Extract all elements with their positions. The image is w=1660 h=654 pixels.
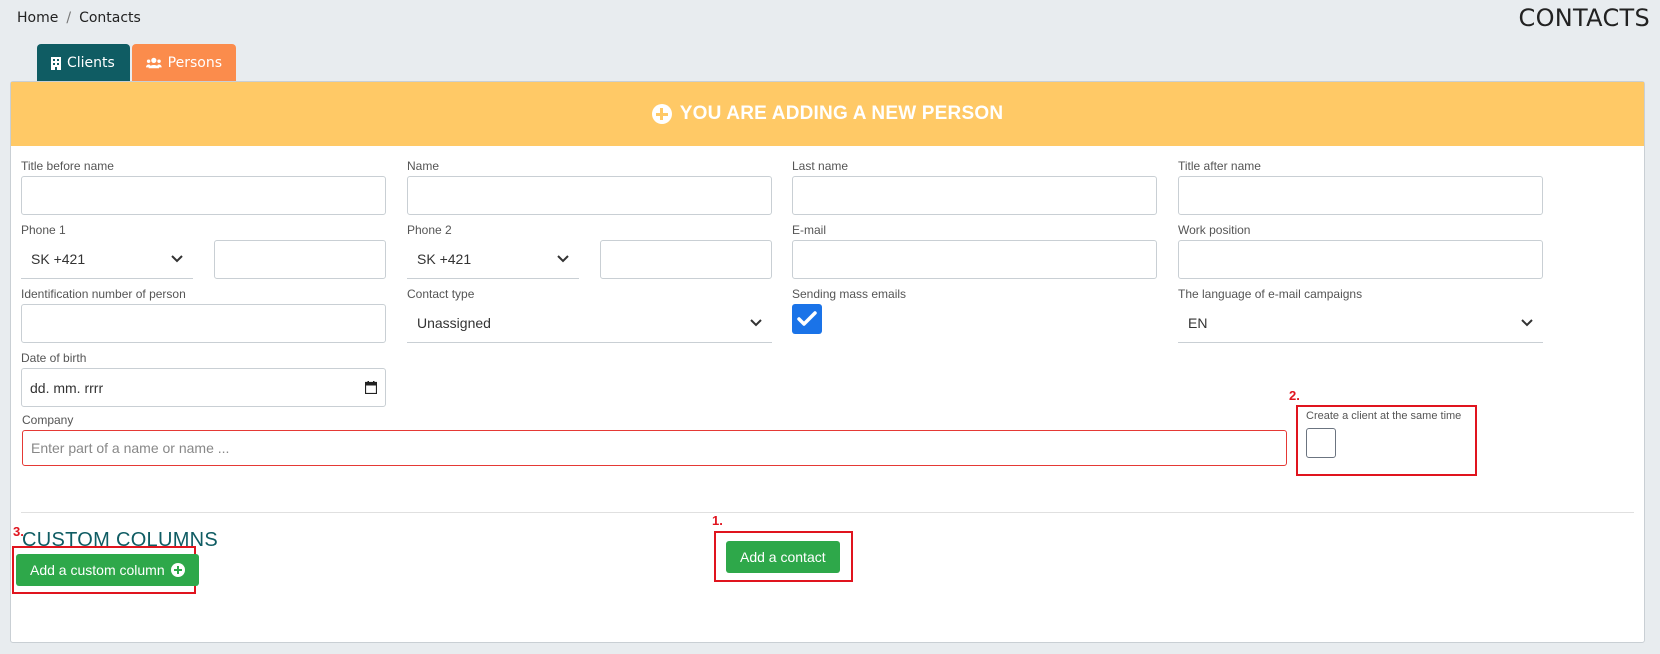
breadcrumb-current: Contacts: [79, 10, 141, 26]
add-contact-label: Add a contact: [740, 549, 826, 565]
contact-type-field: Contact type Unassigned: [407, 287, 772, 343]
tab-persons-label: Persons: [167, 55, 222, 71]
create-client-label: Create a client at the same time: [1306, 410, 1462, 422]
calendar-icon[interactable]: [365, 381, 377, 394]
mass-emails-label: Sending mass emails: [792, 287, 907, 301]
title-after-label: Title after name: [1178, 159, 1261, 173]
mass-emails-field: Sending mass emails: [792, 287, 1157, 334]
annotation-step-1: 1.: [712, 513, 723, 528]
name-field: Name: [407, 159, 772, 215]
tab-clients-label: Clients: [67, 55, 115, 71]
mass-emails-checkbox[interactable]: [792, 304, 822, 334]
last-name-label: Last name: [792, 159, 849, 173]
work-position-label: Work position: [1178, 223, 1251, 237]
title-after-input[interactable]: [1178, 176, 1543, 215]
company-label: Company: [22, 413, 74, 427]
email-field: E-mail: [792, 223, 1157, 279]
id-number-label: Identification number of person: [21, 287, 186, 301]
form-header-title: YOU ARE ADDING A NEW PERSON: [679, 103, 1004, 124]
chevron-down-icon: [1521, 319, 1533, 327]
checkmark-icon: [797, 311, 817, 326]
campaign-language-select[interactable]: EN: [1178, 304, 1543, 343]
date-of-birth-placeholder: dd. mm. rrrr: [30, 379, 104, 396]
date-of-birth-field: Date of birth dd. mm. rrrr: [21, 351, 386, 407]
title-before-label: Title before name: [21, 159, 114, 173]
phone2-prefix-select[interactable]: SK +421: [407, 240, 579, 279]
last-name-input[interactable]: [792, 176, 1157, 215]
breadcrumb: Home / Contacts: [17, 10, 141, 26]
date-of-birth-label: Date of birth: [21, 351, 87, 365]
page-title: CONTACTS: [1518, 4, 1650, 32]
add-custom-column-label: Add a custom column: [30, 562, 165, 578]
breadcrumb-home[interactable]: Home: [17, 10, 58, 26]
chevron-down-icon: [557, 255, 569, 263]
date-of-birth-input[interactable]: dd. mm. rrrr: [21, 368, 386, 407]
breadcrumb-separator: /: [66, 10, 72, 26]
phone1-prefix-value: SK +421: [31, 251, 86, 267]
title-before-input[interactable]: [21, 176, 386, 215]
contact-type-value: Unassigned: [417, 315, 491, 331]
tab-persons[interactable]: Persons: [132, 44, 236, 82]
tab-bar: Clients Persons: [37, 44, 236, 82]
phone2-prefix-value: SK +421: [417, 251, 472, 267]
new-person-form-card: YOU ARE ADDING A NEW PERSON Title before…: [10, 81, 1645, 643]
company-search-input[interactable]: [22, 430, 1287, 466]
phone1-label: Phone 1: [21, 223, 66, 237]
phone1-prefix-select[interactable]: SK +421: [21, 240, 193, 279]
building-icon: [51, 56, 61, 70]
email-label: E-mail: [792, 223, 827, 237]
create-client-checkbox[interactable]: [1306, 428, 1336, 458]
phone1-field: Phone 1 SK +421: [21, 223, 386, 279]
chevron-down-icon: [750, 319, 762, 327]
add-custom-column-button[interactable]: Add a custom column: [16, 554, 199, 586]
id-number-field: Identification number of person: [21, 287, 386, 343]
users-icon: [146, 57, 162, 69]
company-field: Company: [22, 413, 1287, 466]
title-after-field: Title after name: [1178, 159, 1543, 215]
contact-type-select[interactable]: Unassigned: [407, 304, 772, 343]
last-name-field: Last name: [792, 159, 1157, 215]
form-header: YOU ARE ADDING A NEW PERSON: [11, 82, 1644, 146]
campaign-language-value: EN: [1188, 315, 1208, 331]
chevron-down-icon: [171, 255, 183, 263]
phone1-number-input[interactable]: [214, 240, 386, 279]
id-number-input[interactable]: [21, 304, 386, 343]
work-position-field: Work position: [1178, 223, 1543, 279]
email-input[interactable]: [792, 240, 1157, 279]
divider: [21, 512, 1634, 513]
annotation-step-2: 2.: [1289, 388, 1300, 403]
phone2-field: Phone 2 SK +421: [407, 223, 772, 279]
campaign-language-field: The language of e-mail campaigns EN: [1178, 287, 1543, 343]
name-input[interactable]: [407, 176, 772, 215]
work-position-input[interactable]: [1178, 240, 1543, 279]
name-label: Name: [407, 159, 440, 173]
contact-type-label: Contact type: [407, 287, 475, 301]
plus-circle-icon: [170, 563, 185, 577]
title-before-field: Title before name: [21, 159, 386, 215]
phone2-label: Phone 2: [407, 223, 452, 237]
tab-clients[interactable]: Clients: [37, 44, 130, 82]
annotation-step-3: 3.: [13, 524, 24, 539]
plus-circle-icon: [651, 104, 672, 124]
phone2-number-input[interactable]: [600, 240, 772, 279]
campaign-language-label: The language of e-mail campaigns: [1178, 287, 1363, 301]
create-client-field: Create a client at the same time: [1306, 410, 1474, 458]
add-contact-button[interactable]: Add a contact: [726, 541, 840, 573]
